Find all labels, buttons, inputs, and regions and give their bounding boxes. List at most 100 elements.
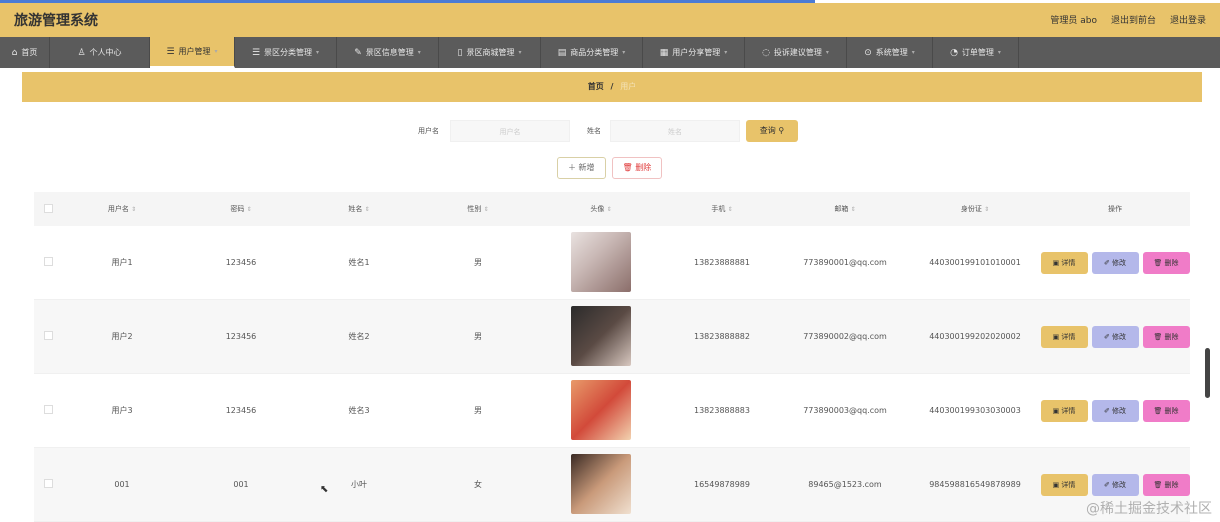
row-checkbox[interactable] [43,405,53,414]
nav-item-4[interactable]: ✎ 景区信息管理 ▾ [337,37,439,68]
avatar [571,305,631,366]
add-button[interactable]: ＋ 新增 [557,157,606,179]
detail-button[interactable]: ▣ 详情 [1040,251,1088,274]
delete-button[interactable]: 🗑 删除 [1142,473,1190,496]
sort-icon[interactable]: ⇕ [728,206,733,213]
detail-button[interactable]: ▣ 详情 [1040,325,1088,348]
sort-icon[interactable]: ⇕ [247,206,252,213]
sort-icon[interactable]: ⇕ [851,206,856,213]
cell-phone: 13823888882 [694,332,750,341]
bulk-delete-button[interactable]: 🗑 删除 [611,157,663,179]
breadcrumb-separator: / [610,82,614,91]
nav-item-7[interactable]: ▦ 用户分享管理 ▾ [643,37,745,68]
nav-item-label: 个人中心 [89,48,122,57]
cell-password: 123456 [225,258,257,267]
cell-avatar [538,231,664,294]
chevron-down-icon: ▾ [417,49,421,56]
sort-icon[interactable]: ⇕ [484,206,489,213]
cell-name: 姓名3 [348,406,370,415]
column-header[interactable]: 姓名 ⇕ [300,204,418,214]
edit-button[interactable]: ✐ 修改 [1091,325,1139,348]
column-header-label: 密码 [230,205,245,213]
cell-avatar [538,305,664,368]
column-header[interactable]: 手机 ⇕ [664,204,780,214]
watermark: @稀土掘金技术社区 [1086,501,1212,517]
cell-phone: 13823888883 [694,406,750,415]
column-header-label: 用户名 [107,205,129,213]
table-header: 用户名 ⇕ 密码 ⇕ 姓名 ⇕ 性别 ⇕ 头像 ⇕ 手机 ⇕ 邮箱 ⇕ 身份证 ⇕ 操作 [34,192,1190,226]
sort-icon[interactable]: ⇕ [984,206,989,213]
cell-email: 773890003@qq.com [803,406,887,415]
column-header[interactable]: 邮箱 ⇕ [780,204,910,214]
cell-username: 用户3 [111,406,133,415]
sort-icon[interactable]: ⇕ [365,206,370,213]
delete-button[interactable]: 🗑 删除 [1142,251,1190,274]
nav-item-3[interactable]: ☰ 景区分类管理 ▾ [235,37,337,68]
nav-item-label: 系统管理 [875,48,908,57]
column-header[interactable]: 头像 ⇕ [538,204,664,214]
select-all-cell [34,203,62,215]
column-header[interactable]: 性别 ⇕ [418,204,538,214]
detail-button[interactable]: ▣ 详情 [1040,473,1088,496]
header-actions: 管理员 abo 退出到前台 退出登录 [1050,13,1206,26]
nav-item-label: 景区信息管理 [365,48,414,57]
sort-icon[interactable]: ⇕ [607,206,612,213]
edit-button[interactable]: ✐ 修改 [1091,473,1139,496]
doc-icon: ▤ [557,47,567,58]
delete-button[interactable]: 🗑 删除 [1142,399,1190,422]
app-header: 旅游管理系统 管理员 abo 退出到前台 退出登录 [0,3,1220,37]
home-icon: ⌂ [11,47,18,58]
row-actions: ▣ 详情 ✐ 修改 🗑 删除 [1040,473,1190,496]
nav-item-8[interactable]: ◌ 投诉建议管理 ▾ [745,37,847,68]
breadcrumb-current: 用户 [620,82,637,91]
doc-icon: ▯ [457,47,463,58]
name-search-input[interactable]: 姓名 [610,120,740,142]
user-table: 用户名 ⇕ 密码 ⇕ 姓名 ⇕ 性别 ⇕ 头像 ⇕ 手机 ⇕ 邮箱 ⇕ 身份证 ⇕ 操作 用户1… [34,192,1190,522]
back-to-frontend-link[interactable]: 退出到前台 [1111,13,1156,26]
username-search-input[interactable]: 用户名 [450,120,570,142]
chevron-down-icon: ▾ [518,49,522,56]
avatar [571,379,631,440]
column-header[interactable]: 身份证 ⇕ [910,204,1040,214]
nav-item-2[interactable]: ☰ 用户管理 ▾ [150,37,235,68]
bulk-actions: ＋ 新增 🗑 删除 [557,157,663,179]
cell-password: 001 [233,480,249,489]
row-checkbox[interactable] [43,331,53,340]
nav-item-6[interactable]: ▤ 商品分类管理 ▾ [541,37,643,68]
delete-button[interactable]: 🗑 删除 [1142,325,1190,348]
nav-item-label: 景区商城管理 [466,48,515,57]
logout-link[interactable]: 退出登录 [1170,13,1206,26]
nav-item-9[interactable]: ⊙ 系统管理 ▾ [847,37,933,68]
detail-button[interactable]: ▣ 详情 [1040,399,1088,422]
column-header-label: 操作 [1108,205,1122,213]
cell-name: 小叶 [351,480,367,489]
table-row: 001 001 小叶 女 16549878989 89465@1523.com 984598… [34,448,1190,522]
breadcrumb: 首页 / 用户 [22,72,1202,102]
column-header[interactable]: 用户名 ⇕ [62,204,182,214]
nav-item-0[interactable]: ⌂ 首页 [0,37,50,68]
cell-email: 773890002@qq.com [803,332,887,341]
cell-operations: ▣ 详情 ✐ 修改 🗑 删除 [1040,251,1190,274]
edit-button[interactable]: ✐ 修改 [1091,251,1139,274]
scrollbar-thumb[interactable] [1205,348,1210,398]
nav-item-label: 首页 [21,48,38,57]
nav-item-5[interactable]: ▯ 景区商城管理 ▾ [439,37,541,68]
cell-phone: 13823888881 [694,258,750,267]
nav-item-1[interactable]: ♙ 个人中心 [50,37,150,68]
cell-operations: ▣ 详情 ✐ 修改 🗑 删除 [1040,399,1190,422]
breadcrumb-home[interactable]: 首页 [588,82,604,91]
row-checkbox[interactable] [43,479,53,488]
chevron-down-icon: ▾ [316,49,320,56]
nav-item-10[interactable]: ◔ 订单管理 ▾ [933,37,1019,68]
row-select-cell [34,257,62,268]
search-button[interactable]: 查询 ⚲ [746,120,798,142]
chevron-down-icon: ▾ [997,49,1001,56]
edit-button[interactable]: ✐ 修改 [1091,399,1139,422]
table-row: 用户1 123456 姓名1 男 13823888881 773890001@qq.com… [34,226,1190,300]
cell-gender: 男 [474,332,482,341]
select-all-checkbox[interactable] [43,203,53,213]
user-icon: ♙ [77,47,86,58]
sort-icon[interactable]: ⇕ [131,206,136,213]
column-header[interactable]: 密码 ⇕ [182,204,300,214]
row-checkbox[interactable] [43,257,53,266]
